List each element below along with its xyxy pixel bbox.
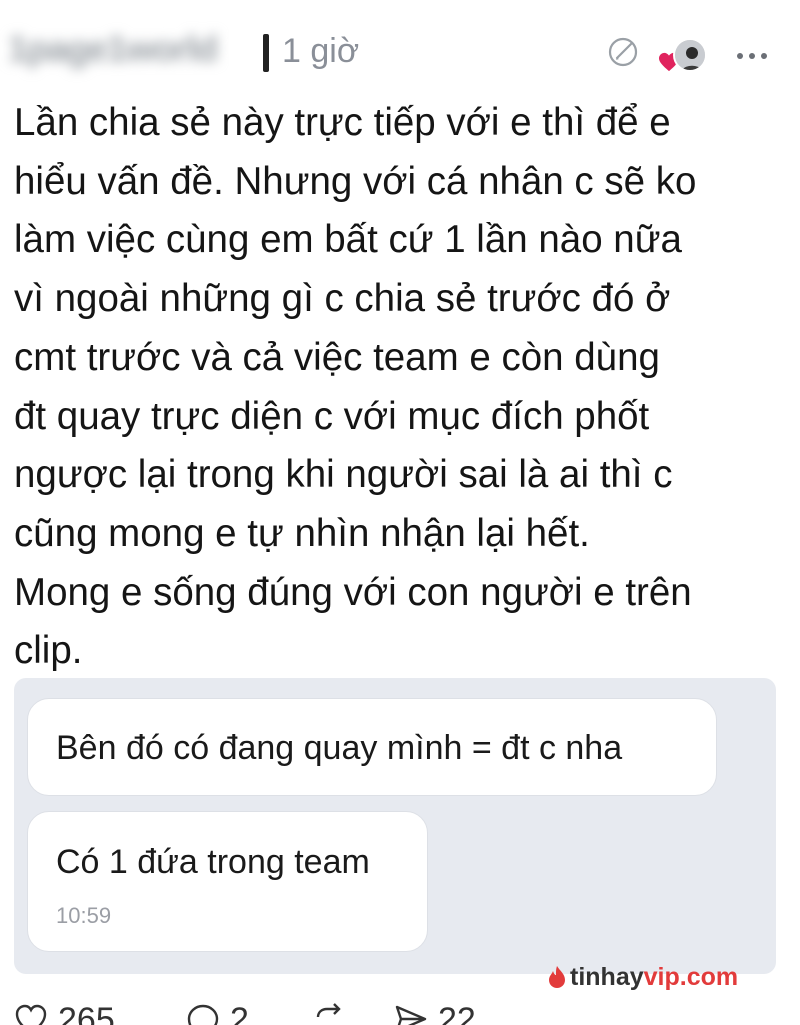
- post-line: vì ngoài những gì c chia sẻ trước đó ở: [14, 277, 671, 321]
- threads-post: 1page1world 1 giờ Lần chia sẻ này trực t…: [0, 0, 800, 1025]
- post-header: 1page1world 1 giờ: [0, 20, 800, 80]
- like-button[interactable]: 265: [14, 1003, 115, 1025]
- comment-icon: [187, 1004, 219, 1025]
- like-count: 265: [58, 1001, 115, 1025]
- share-button[interactable]: 22: [394, 1003, 476, 1025]
- post-time: 1 giờ: [282, 32, 360, 70]
- avatar[interactable]: [673, 38, 707, 72]
- attached-chat-screenshot[interactable]: Bên đó có đang quay mình = đt c nha Có 1…: [14, 678, 776, 974]
- post-line: ngược lại trong khi người sai là ai thì …: [14, 453, 673, 497]
- post-line: cũng mong e tự nhìn nhận lại hết.: [14, 511, 590, 555]
- username-edge: [263, 34, 269, 72]
- repost-button[interactable]: [312, 1003, 346, 1025]
- share-count: 22: [438, 1001, 476, 1025]
- chat-bubble: Bên đó có đang quay mình = đt c nha: [27, 698, 717, 796]
- more-options-icon[interactable]: [735, 50, 769, 62]
- heart-outline-icon: [15, 1004, 47, 1025]
- watermark: tinhay vip.com: [548, 960, 738, 994]
- post-line: clip.: [14, 629, 83, 673]
- avatar-image: [675, 40, 705, 70]
- reply-count: 2: [230, 1001, 249, 1025]
- post-line: hiểu vấn đề. Nhưng với cá nhân c sẽ ko: [14, 159, 697, 203]
- chat-message: Có 1 đứa trong team: [56, 843, 370, 881]
- action-bar: 265 2 22: [0, 995, 800, 1025]
- post-line: cmt trước và cả việc team e còn dùng: [14, 335, 660, 379]
- reply-button[interactable]: 2: [186, 1003, 249, 1025]
- watermark-domain: vip.com: [643, 962, 739, 991]
- post-line: làm việc cùng em bất cứ 1 lần nào nữa: [14, 218, 682, 262]
- send-icon: [395, 1005, 427, 1025]
- repost-icon: [316, 1003, 341, 1018]
- post-line: Lần chia sẻ này trực tiếp với e thì để e: [14, 101, 671, 144]
- username[interactable]: 1page1world: [8, 28, 218, 70]
- watermark-text: tinhay: [570, 962, 644, 991]
- flame-icon: [549, 966, 565, 988]
- edit-icon[interactable]: [605, 34, 641, 70]
- chat-message: Bên đó có đang quay mình = đt c nha: [56, 729, 623, 767]
- post-line: đt quay trực diện c với mục đích phốt: [14, 394, 650, 438]
- post-line: Mong e sống đúng với con người e trên: [14, 570, 692, 614]
- chat-bubble: Có 1 đứa trong team 10:59: [27, 811, 428, 952]
- chat-timestamp: 10:59: [56, 903, 112, 928]
- post-text: Lần chia sẻ này trực tiếp với e thì để e…: [14, 94, 786, 681]
